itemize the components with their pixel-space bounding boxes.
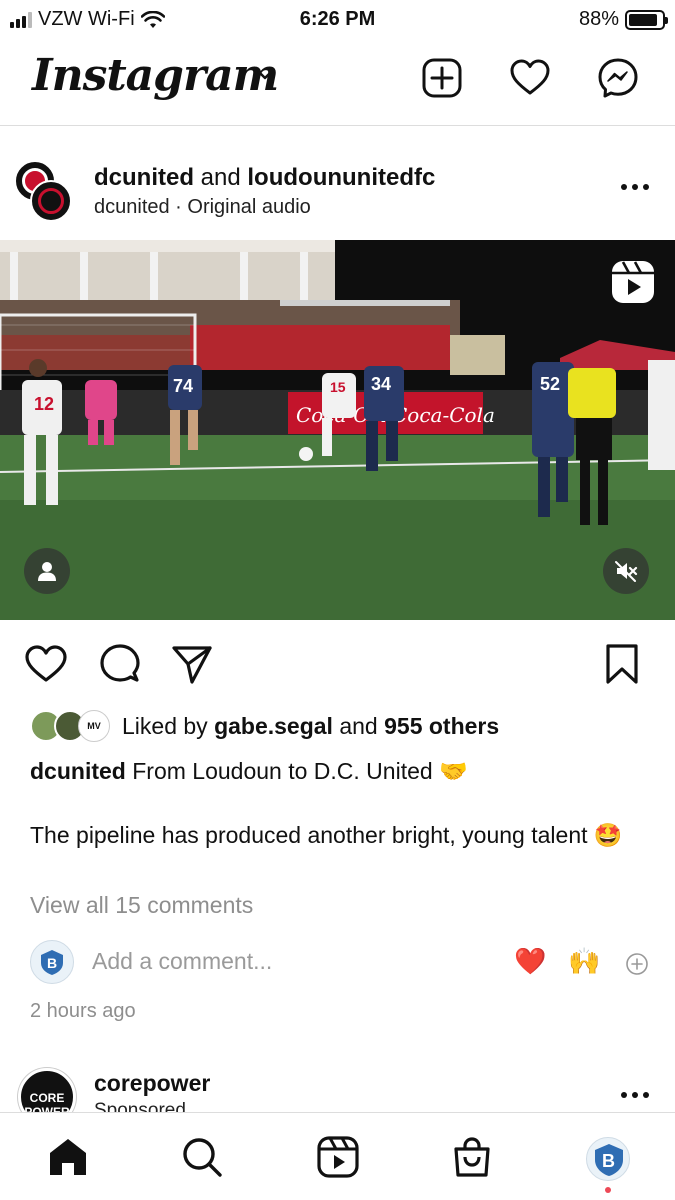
likes-text: Liked by gabe.segal and 955 others	[122, 713, 499, 740]
likes-prefix: Liked by	[122, 712, 208, 739]
share-send-icon[interactable]	[170, 642, 214, 686]
caption-line-1: From Loudoun to D.C. United 🤝	[132, 758, 468, 784]
avatar: B	[30, 940, 74, 984]
quick-emoji-raised-hands[interactable]: 🙌	[568, 946, 600, 977]
bottom-tab-bar: B	[0, 1112, 675, 1200]
post-authors: dcunited and loudoununitedfc	[94, 164, 435, 192]
next-post-author[interactable]: corepower	[94, 1070, 210, 1097]
svg-text:15: 15	[330, 379, 346, 395]
svg-text:34: 34	[371, 374, 391, 394]
save-bookmark-icon[interactable]	[600, 642, 644, 686]
post-video[interactable]: Coca-Cola Coca-Cola 12 74 15	[0, 240, 675, 620]
tagged-user-icon	[38, 562, 56, 581]
battery-icon	[625, 9, 668, 30]
post-header: dcunited and loudoununitedfc dcunited · …	[0, 152, 675, 232]
like-heart-icon[interactable]	[24, 642, 68, 686]
comment-bubble-icon[interactable]	[98, 642, 142, 686]
shop-icon[interactable]	[450, 1135, 494, 1179]
bethesda-sc-logo: B	[595, 1144, 623, 1176]
chevron-down-icon[interactable]	[256, 66, 274, 84]
likes-joiner: and	[339, 712, 378, 739]
status-bar: VZW Wi-Fi 6:26 PM 88%	[0, 0, 675, 38]
post-timestamp: 2 hours ago	[30, 1000, 136, 1022]
tagged-user-button[interactable]	[24, 548, 70, 594]
collab-avatars[interactable]	[14, 160, 76, 222]
instagram-logo[interactable]: Instagram	[32, 50, 279, 101]
soccer-scene: Coca-Cola Coca-Cola 12 74 15	[0, 240, 675, 620]
comment-input[interactable]: Add a comment...	[92, 948, 272, 975]
battery-percent: 88%	[578, 8, 619, 30]
svg-text:B: B	[602, 1151, 615, 1171]
svg-text:52: 52	[540, 374, 560, 394]
author-username[interactable]: dcunited	[94, 164, 194, 191]
liker-username[interactable]: gabe.segal	[214, 713, 333, 739]
more-options-icon[interactable]	[621, 184, 649, 190]
home-icon[interactable]	[46, 1135, 90, 1179]
muted-speaker-icon	[615, 561, 638, 582]
ad-signage-right: Coca-Cola	[392, 403, 495, 427]
avatar[interactable]	[30, 180, 72, 222]
svg-text:B: B	[47, 955, 57, 971]
next-post-header: CORE POWER corepower Sponsored	[0, 1062, 675, 1112]
activity-heart-icon[interactable]	[508, 56, 552, 100]
add-comment-row: B Add a comment... ❤️ 🙌	[0, 936, 675, 992]
svg-text:74: 74	[173, 376, 193, 396]
reels-icon	[612, 261, 654, 303]
post-caption: dcunited From Loudoun to D.C. United 🤝 T…	[30, 756, 650, 850]
author-conjunction: and	[200, 164, 241, 191]
bethesda-sc-logo: B	[41, 950, 63, 975]
clock: 6:26 PM	[299, 8, 376, 30]
status-right: 88%	[578, 8, 668, 31]
battery-fill	[629, 13, 658, 26]
caption-author[interactable]: dcunited	[30, 758, 126, 784]
reels-icon[interactable]	[316, 1135, 360, 1179]
more-options-icon[interactable]	[621, 1092, 649, 1098]
audio-subtitle[interactable]: dcunited · Original audio	[94, 196, 311, 219]
likes-count[interactable]: 955 others	[384, 713, 499, 739]
svg-text:12: 12	[34, 394, 54, 414]
collaborator-username[interactable]: loudoununitedfc	[247, 164, 435, 191]
likes-summary[interactable]: MV Liked by gabe.segal and 955 others	[30, 708, 499, 744]
sponsored-label: Sponsored	[94, 1100, 186, 1112]
profile-avatar[interactable]: B	[586, 1137, 630, 1181]
avatar: MV	[78, 710, 110, 742]
new-post-icon[interactable]	[420, 56, 464, 100]
add-emoji-icon[interactable]	[625, 952, 649, 976]
caption-line-2: The pipeline has produced another bright…	[30, 822, 623, 848]
mute-toggle-button[interactable]	[603, 548, 649, 594]
avatar[interactable]: CORE POWER	[18, 1068, 76, 1112]
corepower-avatar-text: CORE POWER	[24, 1091, 70, 1112]
post-actions	[0, 640, 675, 690]
app-header: Instagram	[0, 40, 675, 126]
notification-dot	[605, 1187, 611, 1193]
quick-emoji-heart[interactable]: ❤️	[514, 946, 546, 977]
messenger-icon[interactable]	[596, 56, 640, 100]
search-icon[interactable]	[180, 1135, 224, 1179]
view-all-comments-link[interactable]: View all 15 comments	[30, 892, 253, 919]
